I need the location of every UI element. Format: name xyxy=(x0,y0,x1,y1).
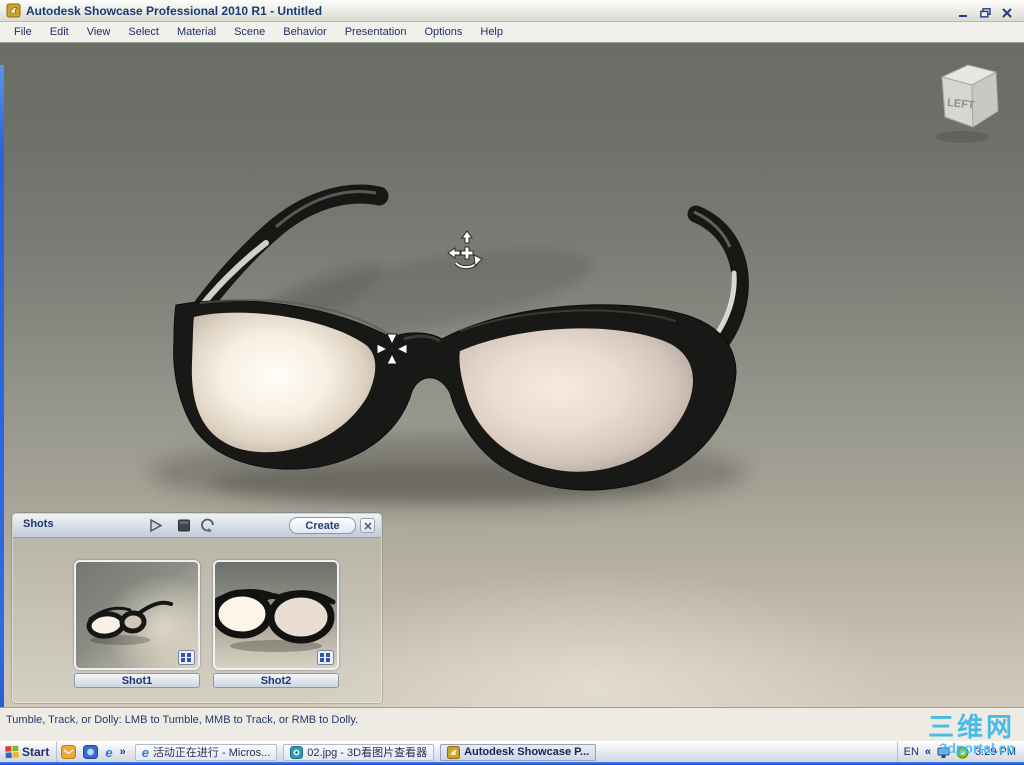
media-player-icon[interactable] xyxy=(83,745,99,759)
app-window: Autodesk Showcase Professional 2010 R1 -… xyxy=(0,0,1024,765)
shots-panel-header[interactable]: Shots Create xyxy=(13,514,381,538)
taskbar-task-2[interactable]: 02.jpg - 3D看图片查看器 xyxy=(283,743,435,761)
menu-options[interactable]: Options xyxy=(415,22,471,42)
system-tray: EN « 3:29 PM xyxy=(896,742,1024,765)
close-icon[interactable] xyxy=(1000,4,1015,18)
shot1-label: Shot1 xyxy=(121,674,153,687)
window-title: Autodesk Showcase Professional 2010 R1 -… xyxy=(26,3,323,18)
create-shot-button[interactable]: Create xyxy=(289,517,356,534)
task-label: 02.jpg - 3D看图片查看器 xyxy=(307,747,428,759)
menu-help[interactable]: Help xyxy=(471,22,512,42)
stop-icon[interactable] xyxy=(175,517,193,534)
task-label: Autodesk Showcase P... xyxy=(464,746,590,758)
shot2-name-bar[interactable]: Shot2 xyxy=(213,673,339,688)
create-button-label: Create xyxy=(305,519,340,532)
menu-view[interactable]: View xyxy=(78,22,120,42)
taskbar-task-3-active[interactable]: Autodesk Showcase P... xyxy=(440,743,597,761)
mail-icon[interactable] xyxy=(61,745,77,759)
menu-bar: File Edit View Select Material Scene Beh… xyxy=(0,22,1024,43)
taskbar-task-1[interactable]: e 活动正在进行 - Micros... xyxy=(134,743,278,761)
viewcube[interactable]: LEFT xyxy=(930,55,1010,147)
status-bar: Tumble, Track, or Dolly: LMB to Tumble, … xyxy=(0,707,1024,741)
tumble-cursor-icon xyxy=(447,230,483,270)
menu-edit[interactable]: Edit xyxy=(41,22,78,42)
loop-icon[interactable] xyxy=(199,517,217,534)
menu-material[interactable]: Material xyxy=(168,22,225,42)
close-icon xyxy=(363,521,372,530)
play-icon[interactable] xyxy=(147,517,165,534)
showcase-app-icon[interactable] xyxy=(6,3,21,18)
clock[interactable]: 3:29 PM xyxy=(975,746,1016,758)
shot1-thumbnail[interactable] xyxy=(74,560,200,670)
quick-launch: e » xyxy=(56,742,130,765)
language-indicator[interactable]: EN xyxy=(904,746,919,758)
minimize-button[interactable] xyxy=(956,4,971,18)
ie-browser-icon[interactable]: e xyxy=(105,746,112,759)
status-message: Tumble, Track, or Dolly: LMB to Tumble, … xyxy=(6,714,359,726)
shot1-name-bar[interactable]: Shot1 xyxy=(74,673,200,688)
title-bar: Autodesk Showcase Professional 2010 R1 -… xyxy=(0,0,1024,22)
showcase-app-icon xyxy=(447,745,461,759)
shots-panel: Shots Create Shot1 Shot2 xyxy=(12,513,382,703)
ie-browser-icon: e xyxy=(141,744,149,760)
pivot-marker-icon xyxy=(376,333,408,365)
tray-green-icon[interactable] xyxy=(956,746,969,759)
3d-viewport[interactable]: LEFT Shots Create Shot1 Shot2 xyxy=(0,43,1024,707)
menu-behavior[interactable]: Behavior xyxy=(274,22,335,42)
tray-collapse-chevron[interactable]: « xyxy=(925,746,931,758)
task-label: 活动正在进行 - Micros... xyxy=(152,747,271,759)
start-button[interactable]: Start xyxy=(0,742,56,765)
shot2-thumbnail[interactable] xyxy=(213,560,339,670)
tray-computer-icon[interactable] xyxy=(937,746,950,759)
menu-scene[interactable]: Scene xyxy=(225,22,274,42)
shots-panel-title: Shots xyxy=(23,518,54,530)
windows-logo-icon xyxy=(5,745,19,759)
quicklaunch-overflow-chevron[interactable]: » xyxy=(120,746,126,758)
window-left-border xyxy=(0,65,4,707)
shots-close-button[interactable] xyxy=(360,518,375,533)
taskbar: Start e » e 活动正在进行 - Micros... 02.jpg - … xyxy=(0,741,1024,765)
menu-select[interactable]: Select xyxy=(119,22,168,42)
shot-camera-icon[interactable] xyxy=(317,650,334,665)
restore-button[interactable] xyxy=(978,4,993,18)
window-controls xyxy=(956,4,1024,18)
start-label: Start xyxy=(22,745,50,759)
shot2-label: Shot2 xyxy=(260,674,292,687)
task-buttons: e 活动正在进行 - Micros... 02.jpg - 3D看图片查看器 A… xyxy=(131,742,599,765)
menu-file[interactable]: File xyxy=(5,22,41,42)
menu-presentation[interactable]: Presentation xyxy=(336,22,416,42)
image-viewer-icon xyxy=(290,745,304,759)
shot-camera-icon[interactable] xyxy=(178,650,195,665)
